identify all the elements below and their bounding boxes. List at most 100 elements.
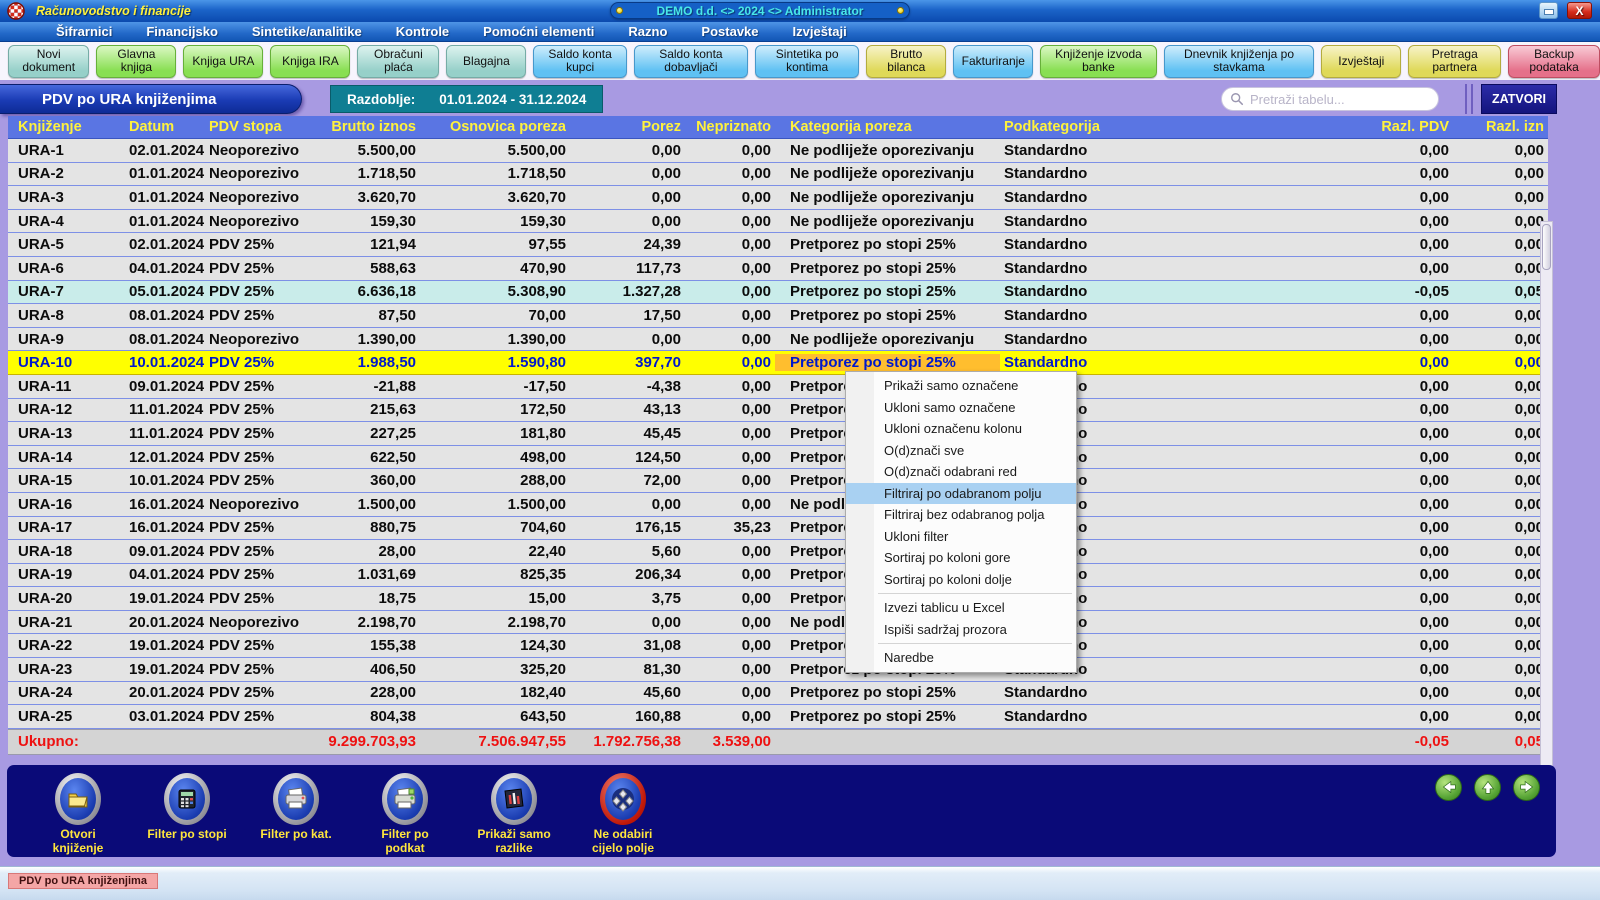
menu-item-postavke[interactable]: Postavke	[701, 24, 758, 39]
table-cell: 0,00	[685, 449, 775, 466]
column-header-datum[interactable]: Datum	[125, 119, 205, 135]
table-row[interactable]: URA-1716.01.2024PDV 25%880,75704,60176,1…	[8, 517, 1548, 541]
table-cell: Standardno	[1000, 142, 1160, 159]
scrollbar-thumb[interactable]	[1542, 224, 1551, 270]
table-row[interactable]: URA-201.01.2024Neoporezivo1.718,501.718,…	[8, 163, 1548, 187]
table-cell: 0,00	[1348, 449, 1453, 466]
table-cell: 0,00	[685, 708, 775, 725]
glavna-knjiga-button[interactable]: Glavna knjiga	[96, 45, 176, 78]
blagajna-button[interactable]: Blagajna	[446, 45, 526, 78]
saldo-konta-dobavlja-i-button[interactable]: Saldo konta dobavljači	[634, 45, 748, 78]
table-row[interactable]: URA-2420.01.2024PDV 25%228,00182,4045,60…	[8, 682, 1548, 706]
backup-podataka-button[interactable]: Backup podataka	[1508, 45, 1600, 78]
table-cell: 0,00	[1453, 566, 1548, 583]
column-header-kategorija-poreza[interactable]: Kategorija poreza	[775, 119, 1000, 135]
zatvori-button[interactable]: ZATVORI	[1481, 84, 1557, 114]
column-header-pdv-stopa[interactable]: PDV stopa	[205, 119, 310, 135]
status-tab[interactable]: PDV po URA knjiženjima	[8, 873, 158, 889]
column-header-nepriznato[interactable]: Nepriznato	[685, 119, 775, 135]
table-row[interactable]: URA-502.01.2024PDV 25%121,9497,5524,390,…	[8, 233, 1548, 257]
table-row[interactable]: URA-1809.01.2024PDV 25%28,0022,405,600,0…	[8, 540, 1548, 564]
brutto-bilanca-button[interactable]: Brutto bilanca	[866, 45, 946, 78]
menu-item-ifrarnici[interactable]: Šifrarnici	[56, 24, 112, 39]
table-row[interactable]: URA-1510.01.2024PDV 25%360,00288,0072,00…	[8, 469, 1548, 493]
table-row[interactable]: URA-908.01.2024Neoporezivo1.390,001.390,…	[8, 328, 1548, 352]
context-menu-item-ukloni-samo-ozna-ene[interactable]: Ukloni samo označene	[846, 397, 1076, 419]
menu-item-financijsko[interactable]: Financijsko	[146, 24, 218, 39]
filter-po-podkat-button[interactable]: Filter po podkat	[364, 773, 446, 856]
menu-item-kontrole[interactable]: Kontrole	[396, 24, 449, 39]
context-menu-item-naredbe[interactable]: Naredbe	[846, 647, 1076, 669]
knjiga-ura-button[interactable]: Knjiga URA	[183, 45, 263, 78]
table-cell: 0,00	[685, 684, 775, 701]
table-row[interactable]: URA-301.01.2024Neoporezivo3.620,703.620,…	[8, 186, 1548, 210]
context-menu-item-ukloni-filter[interactable]: Ukloni filter	[846, 526, 1076, 548]
novi-dokument-button[interactable]: Novi dokument	[8, 45, 89, 78]
nav-right-button[interactable]	[1513, 774, 1540, 801]
otvori-knji-enje-button[interactable]: Otvori knjiženje	[37, 773, 119, 856]
table-row[interactable]: URA-1412.01.2024PDV 25%622,50498,00124,5…	[8, 446, 1548, 470]
menu-item-sintetike-analitike[interactable]: Sintetike/analitike	[252, 24, 362, 39]
pretraga-partnera-button[interactable]: Pretraga partnera	[1408, 45, 1501, 78]
context-menu-item-izvezi-tablicu-u-excel[interactable]: Izvezi tablicu u Excel	[846, 597, 1076, 619]
nav-left-button[interactable]	[1435, 774, 1462, 801]
vertical-scrollbar[interactable]	[1540, 221, 1553, 837]
table-row[interactable]: URA-1211.01.2024PDV 25%215,63172,5043,13…	[8, 399, 1548, 423]
table-cell: Neoporezivo	[205, 165, 310, 182]
column-header-knji-enje[interactable]: Knjiženje	[8, 119, 125, 135]
close-button[interactable]: X	[1567, 2, 1592, 19]
table-row[interactable]: URA-1010.01.2024PDV 25%1.988,501.590,803…	[8, 351, 1548, 375]
context-menu-item-o-d-zna-i-sve[interactable]: O(d)znači sve	[846, 440, 1076, 462]
filter-po-kat-button[interactable]: Filter po kat.	[255, 773, 337, 842]
dnevnik-knji-enja-po-stavkama-button[interactable]: Dnevnik knjiženja po stavkama	[1164, 45, 1315, 78]
menu-item-izvje-taji[interactable]: Izvještaji	[793, 24, 847, 39]
saldo-konta-kupci-button[interactable]: Saldo konta kupci	[533, 45, 626, 78]
table-row[interactable]: URA-1311.01.2024PDV 25%227,25181,8045,45…	[8, 422, 1548, 446]
table-row[interactable]: URA-2219.01.2024PDV 25%155,38124,3031,08…	[8, 634, 1548, 658]
menu-item-pomo-ni-elementi[interactable]: Pomoćni elementi	[483, 24, 594, 39]
izvje-taji-button[interactable]: Izvještaji	[1321, 45, 1401, 78]
table-cell: 160,88	[570, 708, 685, 725]
table-cell: 20.01.2024	[125, 684, 205, 701]
table-row[interactable]: URA-808.01.2024PDV 25%87,5070,0017,500,0…	[8, 304, 1548, 328]
minimize-button[interactable]	[1539, 2, 1558, 19]
knji-enje-izvoda-banke-button[interactable]: Knjiženje izvoda banke	[1040, 45, 1156, 78]
context-menu-item-ukloni-ozna-enu-kolonu[interactable]: Ukloni označenu kolonu	[846, 418, 1076, 440]
context-menu-item-sortiraj-po-koloni-dolje[interactable]: Sortiraj po koloni dolje	[846, 569, 1076, 591]
fakturiranje-button[interactable]: Fakturiranje	[953, 45, 1033, 78]
table-row[interactable]: URA-705.01.2024PDV 25%6.636,185.308,901.…	[8, 281, 1548, 305]
table-row[interactable]: URA-401.01.2024Neoporezivo159,30159,300,…	[8, 210, 1548, 234]
column-header-brutto-iznos[interactable]: Brutto iznos	[310, 119, 420, 135]
nav-up-button[interactable]	[1474, 774, 1501, 801]
table-row[interactable]: URA-1109.01.2024PDV 25%-21,88-17,50-4,38…	[8, 375, 1548, 399]
table-row[interactable]: URA-2019.01.2024PDV 25%18,7515,003,750,0…	[8, 587, 1548, 611]
context-menu-item-prika-i-samo-ozna-ene[interactable]: Prikaži samo označene	[846, 375, 1076, 397]
search-input[interactable]	[1250, 92, 1430, 107]
column-header-razl-pdv[interactable]: Razl. PDV	[1348, 119, 1453, 135]
context-menu-item-sortiraj-po-koloni-gore[interactable]: Sortiraj po koloni gore	[846, 547, 1076, 569]
knjiga-ira-button[interactable]: Knjiga IRA	[270, 45, 350, 78]
table-row[interactable]: URA-2503.01.2024PDV 25%804,38643,50160,8…	[8, 705, 1548, 729]
context-menu-item-filtriraj-bez-odabranog-polja[interactable]: Filtriraj bez odabranog polja	[846, 504, 1076, 526]
table-row[interactable]: URA-2120.01.2024Neoporezivo2.198,702.198…	[8, 611, 1548, 635]
table-row[interactable]: URA-2319.01.2024PDV 25%406,50325,2081,30…	[8, 658, 1548, 682]
menu-item-razno[interactable]: Razno	[628, 24, 667, 39]
prika-i-samo-razlike-button[interactable]: Prikaži samo razlike	[473, 773, 555, 856]
table-row[interactable]: URA-1904.01.2024PDV 25%1.031,69825,35206…	[8, 564, 1548, 588]
context-menu-item-filtriraj-po-odabranom-polju[interactable]: Filtriraj po odabranom polju	[846, 483, 1076, 505]
column-header-podkategorija[interactable]: Podkategorija	[1000, 119, 1160, 135]
context-menu-item-o-d-zna-i-odabrani-red[interactable]: O(d)znači odabrani red	[846, 461, 1076, 483]
obra-uni-pla-a-button[interactable]: Obračuni plaća	[357, 45, 439, 78]
ne-odabiri-cijelo-polje-button[interactable]: Ne odabiri cijelo polje	[582, 773, 664, 856]
filter-po-stopi-button[interactable]: Filter po stopi	[146, 773, 228, 842]
table-cell: 0,00	[1453, 543, 1548, 560]
table-row[interactable]: URA-102.01.2024Neoporezivo5.500,005.500,…	[8, 139, 1548, 163]
table-row[interactable]: URA-604.01.2024PDV 25%588,63470,90117,73…	[8, 257, 1548, 281]
search-icon	[1230, 92, 1244, 106]
column-header-osnovica-poreza[interactable]: Osnovica poreza	[420, 119, 570, 135]
column-header-porez[interactable]: Porez	[570, 119, 685, 135]
context-menu-item-ispi-i-sadr-aj-prozora[interactable]: Ispiši sadržaj prozora	[846, 619, 1076, 641]
sintetika-po-kontima-button[interactable]: Sintetika po kontima	[755, 45, 859, 78]
table-row[interactable]: URA-1616.01.2024Neoporezivo1.500,001.500…	[8, 493, 1548, 517]
column-header-razl-izn[interactable]: Razl. izn	[1453, 119, 1548, 135]
